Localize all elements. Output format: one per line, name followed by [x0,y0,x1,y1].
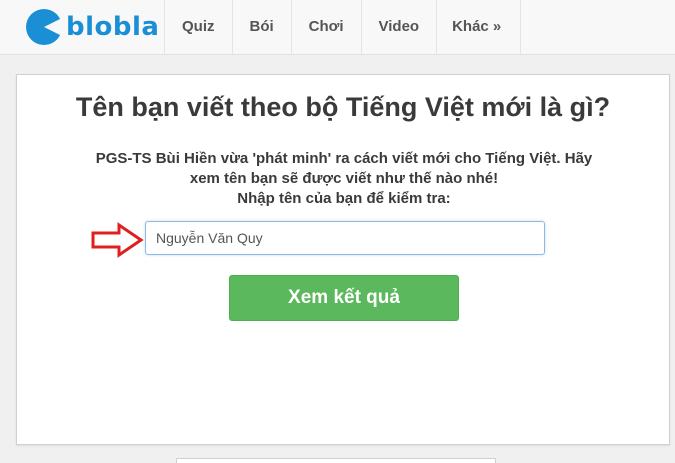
top-navbar: blobla Quiz Bói Chơi Video Khác » [0,0,675,55]
quiz-description: PGS-TS Bùi Hiền vừa 'phát minh' ra cách … [37,149,651,209]
description-line-1: PGS-TS Bùi Hiền vừa 'phát minh' ra cách … [95,150,593,167]
nav-item-boi[interactable]: Bói [233,0,292,54]
right-arrow-icon [91,222,144,258]
name-input[interactable] [145,221,545,255]
input-prompt: Nhập tên của bạn để kiểm tra: [237,190,451,207]
blobla-logo-icon [26,9,63,45]
nav-item-choi[interactable]: Chơi [292,0,362,54]
view-result-button[interactable]: Xem kết quả [229,275,459,321]
bottom-panel-edge [176,458,496,463]
quiz-card: Tên bạn viết theo bộ Tiếng Việt mới là g… [16,74,670,445]
main-nav: Quiz Bói Chơi Video Khác » [164,0,522,54]
nav-item-quiz[interactable]: Quiz [165,0,233,54]
nav-item-video[interactable]: Video [362,0,438,54]
nav-item-more[interactable]: Khác » [437,0,522,54]
brand-logo[interactable]: blobla [25,8,159,46]
description-line-2: xem tên bạn sẽ được viết như thế nào nhé… [189,170,499,187]
brand-name: blobla [66,12,160,42]
page-title: Tên bạn viết theo bộ Tiếng Việt mới là g… [75,92,611,122]
